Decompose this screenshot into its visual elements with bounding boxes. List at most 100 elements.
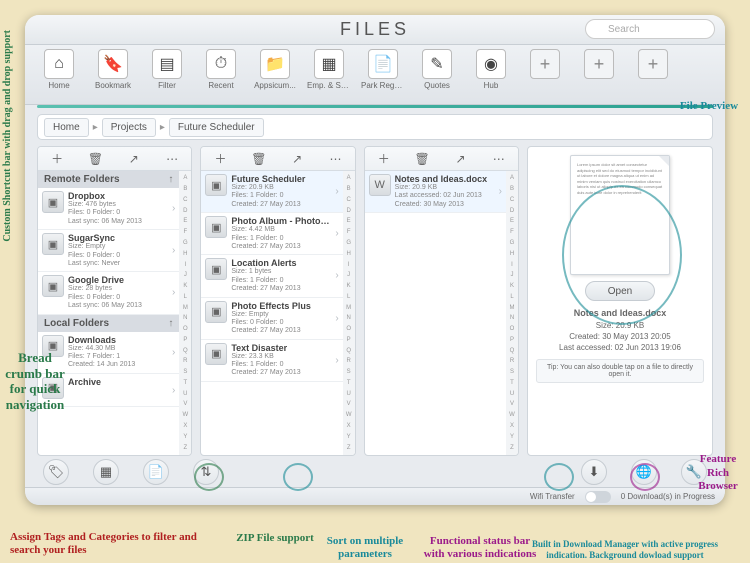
index-letter[interactable]: J: [510, 272, 513, 278]
index-letter[interactable]: I: [184, 262, 186, 268]
index-letter[interactable]: T: [510, 380, 514, 386]
index-letter[interactable]: B: [183, 186, 187, 192]
list-item[interactable]: ▣ Photo Album - Photobook Size: 4.42 MBF…: [201, 213, 342, 255]
index-letter[interactable]: T: [347, 380, 351, 386]
share-icon[interactable]: ↗: [288, 152, 306, 166]
toolbar-empsal[interactable]: ▦Emp. & Sal...: [307, 49, 351, 90]
index-letter[interactable]: Z: [347, 445, 351, 451]
index-letter[interactable]: O: [510, 326, 515, 332]
toolbar-hub[interactable]: ◉Hub: [469, 49, 513, 90]
delete-icon[interactable]: 🗑: [250, 152, 268, 166]
index-letter[interactable]: Q: [510, 348, 515, 354]
index-letter[interactable]: F: [510, 229, 514, 235]
list-item[interactable]: ▣ Dropbox Size: 476 bytesFiles: 0 Folder…: [38, 188, 179, 230]
browser-icon[interactable]: 🌐: [631, 459, 657, 485]
index-letter[interactable]: A: [183, 175, 187, 181]
index-letter[interactable]: Q: [183, 348, 188, 354]
index-letter[interactable]: P: [347, 337, 351, 343]
download-icon[interactable]: ⬇: [581, 459, 607, 485]
index-letter[interactable]: I: [348, 262, 350, 268]
index-letter[interactable]: J: [184, 272, 187, 278]
index-letter[interactable]: U: [510, 391, 514, 397]
toolbar-quotes[interactable]: ✎Quotes: [415, 49, 459, 90]
index-letter[interactable]: Y: [347, 434, 351, 440]
index-letter[interactable]: E: [510, 218, 514, 224]
index-letter[interactable]: Z: [510, 445, 514, 451]
index-letter[interactable]: A: [510, 175, 514, 181]
index-letter[interactable]: H: [183, 251, 187, 257]
section-header[interactable]: Local Folders↑: [38, 315, 179, 332]
index-letter[interactable]: B: [510, 186, 514, 192]
index-letter[interactable]: B: [347, 186, 351, 192]
delete-icon[interactable]: 🗑: [413, 152, 431, 166]
index-letter[interactable]: K: [510, 283, 514, 289]
open-button[interactable]: Open: [585, 281, 655, 301]
index-letter[interactable]: Y: [183, 434, 187, 440]
index-letter[interactable]: I: [511, 262, 513, 268]
add-icon[interactable]: ＋: [375, 150, 393, 167]
share-icon[interactable]: ↗: [451, 152, 469, 166]
index-letter[interactable]: O: [346, 326, 351, 332]
index-letter[interactable]: S: [510, 369, 514, 375]
index-letter[interactable]: H: [346, 251, 350, 257]
breadcrumb-seg[interactable]: Home: [44, 118, 89, 137]
index-letter[interactable]: N: [346, 315, 350, 321]
index-letter[interactable]: M: [183, 305, 188, 311]
index-letter[interactable]: N: [510, 315, 514, 321]
col1-list[interactable]: Remote Folders↑▣ Dropbox Size: 476 bytes…: [38, 171, 179, 455]
index-letter[interactable]: D: [183, 208, 187, 214]
index-letter[interactable]: X: [183, 423, 187, 429]
toolbar-add-slot[interactable]: +: [523, 49, 567, 79]
index-letter[interactable]: W: [182, 412, 188, 418]
index-letter[interactable]: N: [183, 315, 187, 321]
index-letter[interactable]: H: [510, 251, 514, 257]
toolbar-home[interactable]: ⌂Home: [37, 49, 81, 90]
index-letter[interactable]: Q: [346, 348, 351, 354]
index-letter[interactable]: O: [183, 326, 188, 332]
more-icon[interactable]: ⋯: [490, 152, 508, 166]
index-letter[interactable]: L: [510, 294, 513, 300]
index-letter[interactable]: F: [347, 229, 351, 235]
breadcrumb-seg[interactable]: Projects: [102, 118, 156, 137]
col3-list[interactable]: W Notes and Ideas.docx Size: 20.9 KBLast…: [365, 171, 506, 455]
delete-icon[interactable]: 🗑: [86, 152, 104, 166]
index-letter[interactable]: R: [346, 358, 350, 364]
index-letter[interactable]: Z: [183, 445, 187, 451]
index-letter[interactable]: X: [510, 423, 514, 429]
index-letter[interactable]: E: [347, 218, 351, 224]
toolbar-bookmark[interactable]: 🔖Bookmark: [91, 49, 135, 90]
index-letter[interactable]: M: [509, 305, 514, 311]
more-icon[interactable]: ⋯: [163, 152, 181, 166]
index-letter[interactable]: S: [347, 369, 351, 375]
share-icon[interactable]: ↗: [125, 152, 143, 166]
index-letter[interactable]: G: [510, 240, 515, 246]
index-letter[interactable]: D: [510, 208, 514, 214]
index-letter[interactable]: M: [346, 305, 351, 311]
index-letter[interactable]: X: [347, 423, 351, 429]
sort-icon[interactable]: ⇅: [193, 459, 219, 485]
list-item[interactable]: ▣ Photo Effects Plus Size: EmptyFiles: 0…: [201, 298, 342, 340]
index-letter[interactable]: D: [346, 208, 350, 214]
col3-index[interactable]: ABCDEFGHIJKLMNOPQRSTUVWXYZ: [506, 171, 518, 455]
add-icon[interactable]: ＋: [48, 150, 66, 167]
toolbar-appsicum[interactable]: 📁Appsicum...: [253, 49, 297, 90]
zip-icon[interactable]: 📄: [143, 459, 169, 485]
index-letter[interactable]: E: [183, 218, 187, 224]
index-letter[interactable]: W: [509, 412, 515, 418]
list-item[interactable]: ▣ SugarSync Size: EmptyFiles: 0 Folder: …: [38, 230, 179, 272]
index-letter[interactable]: U: [183, 391, 187, 397]
index-letter[interactable]: R: [510, 358, 514, 364]
index-letter[interactable]: L: [347, 294, 350, 300]
index-letter[interactable]: K: [183, 283, 187, 289]
index-letter[interactable]: F: [183, 229, 187, 235]
list-item[interactable]: W Notes and Ideas.docx Size: 20.9 KBLast…: [365, 171, 506, 213]
list-item[interactable]: ▣ Text Disaster Size: 23.3 KBFiles: 1 Fo…: [201, 340, 342, 382]
toolbar-filter[interactable]: ▤Filter: [145, 49, 189, 90]
index-letter[interactable]: J: [347, 272, 350, 278]
col2-list[interactable]: ▣ Future Scheduler Size: 20.9 KBFiles: 1…: [201, 171, 342, 455]
add-icon[interactable]: ＋: [211, 150, 229, 167]
index-letter[interactable]: U: [346, 391, 350, 397]
index-letter[interactable]: P: [183, 337, 187, 343]
index-letter[interactable]: P: [510, 337, 514, 343]
index-letter[interactable]: G: [183, 240, 188, 246]
